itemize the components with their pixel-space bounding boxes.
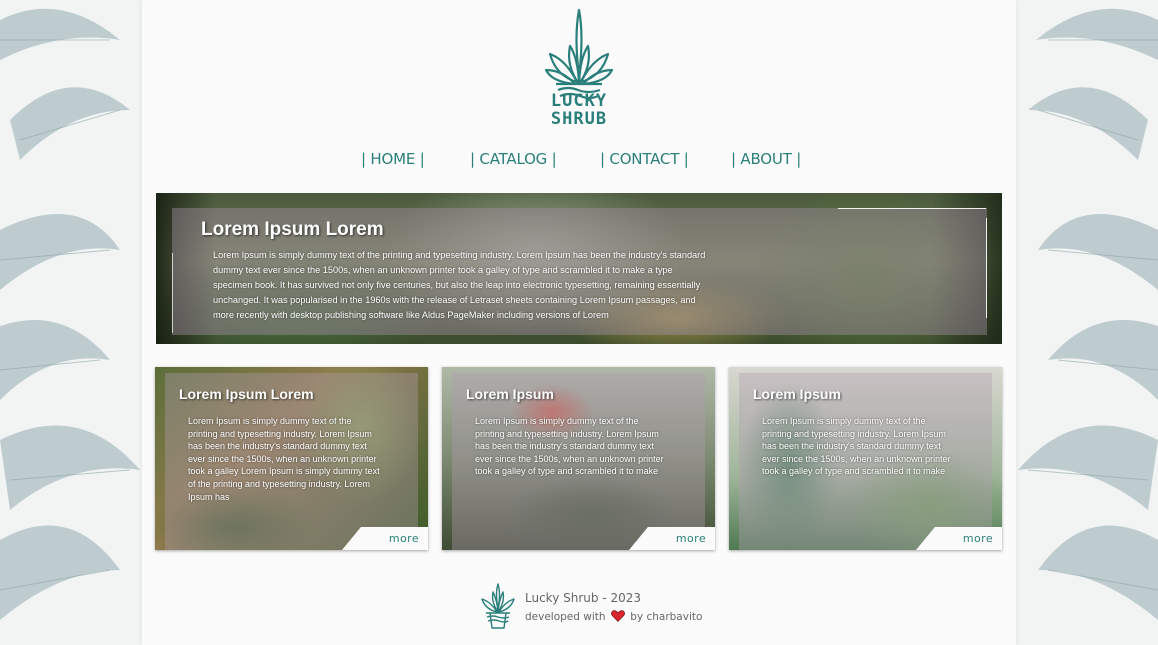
- footer-credit-prefix: developed with: [525, 611, 606, 623]
- brand-name-line2: SHRUB: [550, 109, 608, 129]
- hero-title: Lorem Ipsum Lorem: [201, 219, 384, 240]
- brand-name: LUCKY SHRUB: [544, 92, 614, 128]
- footer: Lucky Shrub - 2023 developed with by cha…: [478, 580, 702, 630]
- left-foliage-background: [0, 0, 142, 645]
- more-label: more: [675, 532, 706, 545]
- hero-frame-line: [172, 253, 173, 333]
- footer-credit-suffix[interactable]: by charbavito: [630, 611, 702, 623]
- brand-name-line1: LUCKY: [550, 91, 608, 111]
- footer-title: Lucky Shrub - 2023: [525, 591, 641, 605]
- card-title: Lorem Ipsum: [466, 386, 554, 402]
- card-body: Lorem Ipsum is simply dummy text of the …: [762, 416, 951, 477]
- hero-body: Lorem Ipsum is simply dummy text of the …: [213, 250, 706, 320]
- card-body: Lorem Ipsum is simply dummy text of the …: [188, 416, 380, 502]
- nav-about[interactable]: | ABOUT |: [731, 150, 801, 168]
- feature-card: Lorem Ipsum Lorem Lorem Ipsum is simply …: [155, 367, 428, 550]
- feature-card: Lorem Ipsum Lorem Ipsum is simply dummy …: [729, 367, 1002, 550]
- nav-contact[interactable]: | CONTACT |: [600, 150, 689, 168]
- hero-frame-line: [986, 218, 987, 318]
- nav-home[interactable]: | HOME |: [361, 150, 425, 168]
- main-page: LUCKY SHRUB | HOME | | CATALOG | | CONTA…: [142, 0, 1016, 645]
- card-body: Lorem Ipsum is simply dummy text of the …: [475, 416, 664, 477]
- main-nav: | HOME | | CATALOG | | CONTACT | | ABOUT…: [142, 150, 1016, 172]
- card-title: Lorem Ipsum Lorem: [179, 386, 314, 402]
- heart-icon: [610, 610, 625, 622]
- more-label: more: [388, 532, 419, 545]
- feature-card: Lorem Ipsum Lorem Ipsum is simply dummy …: [442, 367, 715, 550]
- brand-logo[interactable]: LUCKY SHRUB: [544, 6, 614, 134]
- hero-banner: Lorem Ipsum Lorem Lorem Ipsum is simply …: [156, 193, 1002, 344]
- footer-credit: developed with by charbavito: [525, 610, 702, 623]
- hero-frame-line: [838, 208, 986, 209]
- card-title: Lorem Ipsum: [753, 386, 841, 402]
- more-label: more: [962, 532, 993, 545]
- nav-catalog[interactable]: | CATALOG |: [470, 150, 557, 168]
- right-foliage-background: [1016, 0, 1158, 645]
- footer-logo-icon: [481, 583, 515, 629]
